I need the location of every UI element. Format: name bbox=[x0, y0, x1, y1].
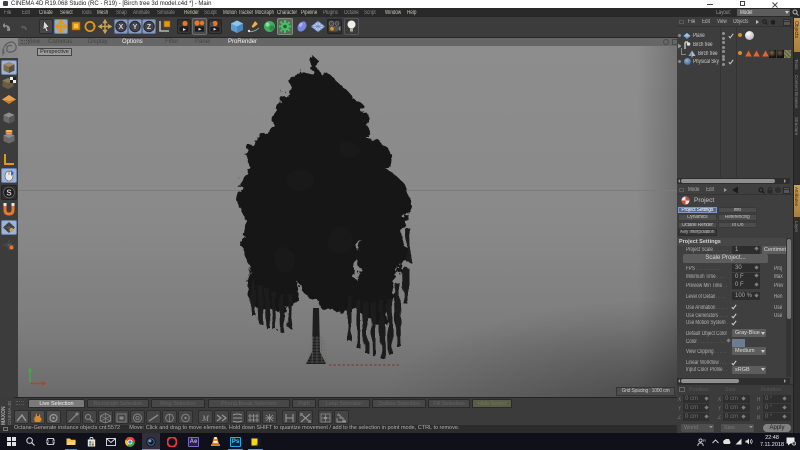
svg-text:Y: Y bbox=[133, 24, 138, 31]
svg-text:Z: Z bbox=[147, 24, 152, 31]
svg-text:1: 1 bbox=[793, 442, 795, 446]
svg-text:S: S bbox=[6, 188, 12, 197]
svg-text:X: X bbox=[119, 24, 124, 31]
svg-text:M: M bbox=[201, 414, 210, 423]
svg-text:R: R bbox=[703, 438, 706, 443]
